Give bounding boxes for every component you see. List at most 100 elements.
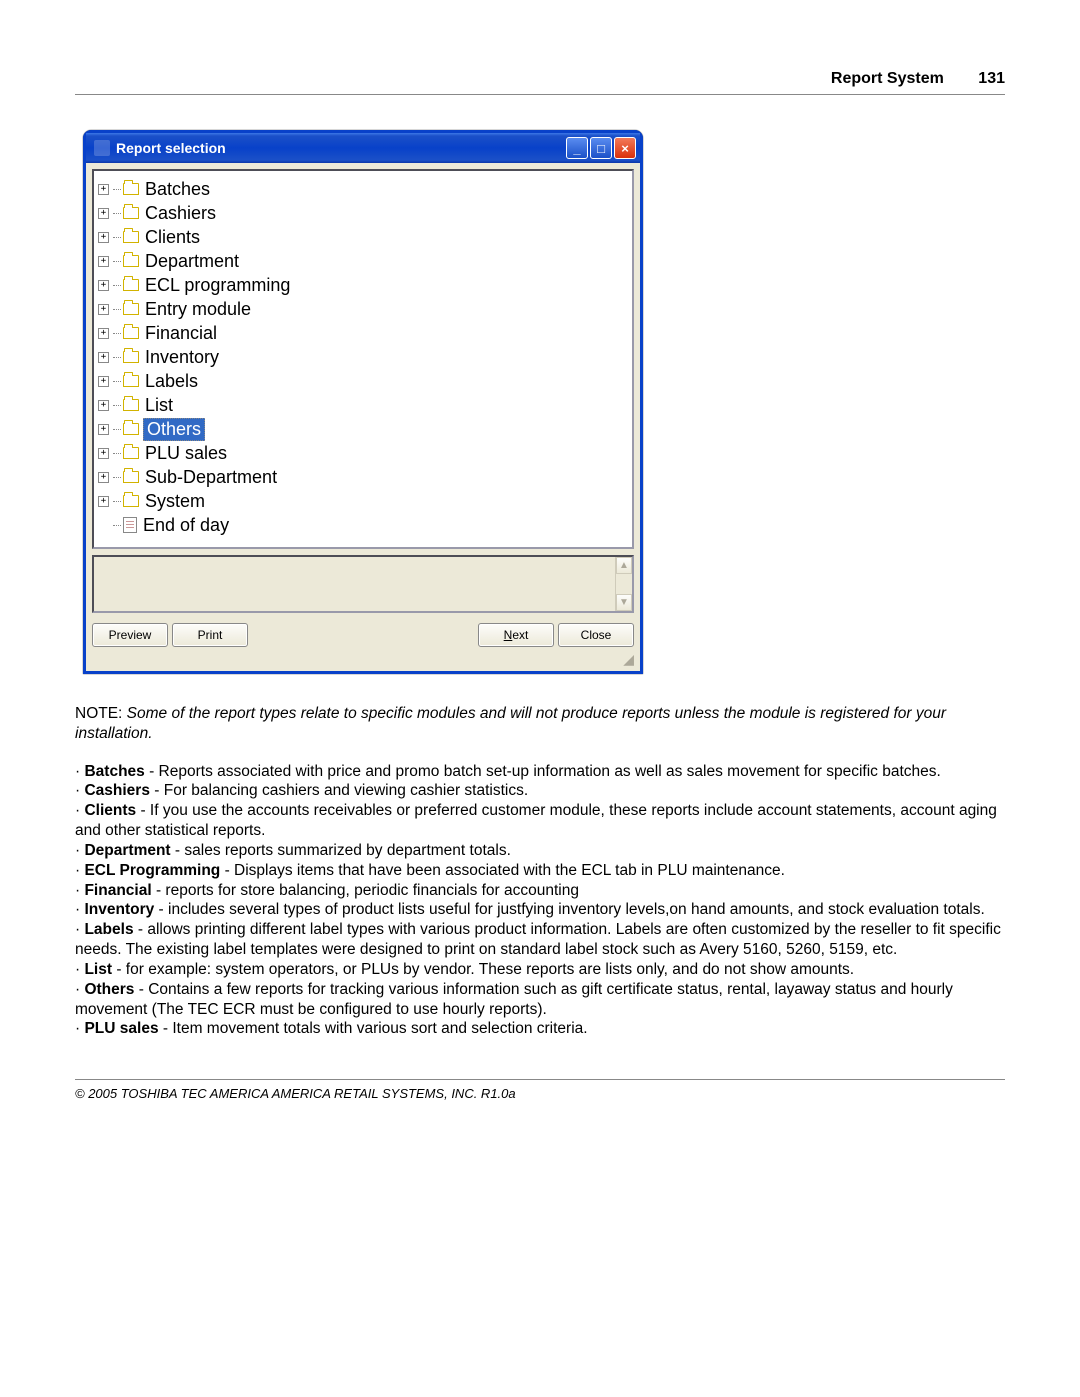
tree-item-label: System <box>143 491 207 512</box>
tree-item-label: Others <box>143 418 205 441</box>
expand-icon[interactable]: + <box>98 448 109 459</box>
tree-item-financial[interactable]: + Financial <box>98 321 628 345</box>
description-text: - reports for store balancing, periodic … <box>152 882 579 899</box>
description-term: Others <box>84 981 134 998</box>
close-button[interactable]: Close <box>558 623 634 647</box>
tree-connector <box>113 477 121 478</box>
tree-item-cashiers[interactable]: + Cashiers <box>98 201 628 225</box>
tree-connector <box>113 525 121 526</box>
tree-item-label: PLU sales <box>143 443 229 464</box>
description-text: - For balancing cashiers and viewing cas… <box>150 782 528 799</box>
close-icon: × <box>621 141 629 156</box>
window-body: +Batches+Cashiers+Clients+Department+ECL… <box>86 163 640 671</box>
tree-item-end-of-day[interactable]: End of day <box>98 513 628 537</box>
expand-icon[interactable]: + <box>98 232 109 243</box>
tree-item-sub-department[interactable]: + Sub-Department <box>98 465 628 489</box>
expand-icon[interactable]: + <box>98 280 109 291</box>
expand-icon[interactable]: + <box>98 424 109 435</box>
folder-icon <box>123 495 139 507</box>
description-entry: · Clients - If you use the accounts rece… <box>75 801 1005 841</box>
description-text: - Item movement totals with various sort… <box>159 1020 588 1037</box>
report-tree[interactable]: +Batches+Cashiers+Clients+Department+ECL… <box>92 169 634 549</box>
tree-item-ecl-programming[interactable]: +ECL programming <box>98 273 628 297</box>
scroll-down-icon[interactable]: ▼ <box>616 594 632 611</box>
tree-item-clients[interactable]: + Clients <box>98 225 628 249</box>
tree-connector <box>113 309 121 310</box>
tree-item-others[interactable]: + Others <box>98 417 628 441</box>
tree-item-plu-sales[interactable]: + PLU sales <box>98 441 628 465</box>
description-pane: ▲ ▼ <box>92 555 634 613</box>
tree-item-label: List <box>143 395 175 416</box>
description-text: - Contains a few reports for tracking va… <box>75 981 953 1018</box>
next-button[interactable]: Next <box>478 623 554 647</box>
document-icon <box>123 517 137 533</box>
maximize-icon: □ <box>597 141 605 156</box>
expand-icon[interactable]: + <box>98 376 109 387</box>
description-scrollbar[interactable]: ▲ ▼ <box>615 557 632 611</box>
description-entry: · Cashiers - For balancing cashiers and … <box>75 781 1005 801</box>
folder-icon <box>123 279 139 291</box>
tree-item-label: Cashiers <box>143 203 218 224</box>
tree-item-label: Sub-Department <box>143 467 279 488</box>
preview-button[interactable]: Preview <box>92 623 168 647</box>
expand-icon[interactable]: + <box>98 496 109 507</box>
minimize-button[interactable]: _ <box>566 137 588 159</box>
expand-icon[interactable]: + <box>98 184 109 195</box>
tree-item-entry-module[interactable]: +Entry module <box>98 297 628 321</box>
expand-icon[interactable]: + <box>98 472 109 483</box>
note-prefix: NOTE: <box>75 705 127 722</box>
tree-item-label: End of day <box>141 515 231 536</box>
tree-item-system[interactable]: + System <box>98 489 628 513</box>
resize-grip-icon[interactable]: ◢ <box>92 651 634 665</box>
expand-icon[interactable]: + <box>98 208 109 219</box>
tree-item-label: Inventory <box>143 347 221 368</box>
header-title: Report System <box>831 70 944 87</box>
tree-item-department[interactable]: + Department <box>98 249 628 273</box>
print-button[interactable]: Print <box>172 623 248 647</box>
folder-icon <box>123 399 139 411</box>
tree-connector <box>113 189 121 190</box>
description-text: - Displays items that have been associat… <box>220 862 785 879</box>
tree-connector <box>113 261 121 262</box>
tree-item-list[interactable]: + List <box>98 393 628 417</box>
tree-connector <box>113 453 121 454</box>
expand-icon[interactable]: + <box>98 304 109 315</box>
expand-icon[interactable]: + <box>98 328 109 339</box>
next-button-rest: ext <box>512 628 528 642</box>
expand-icon[interactable]: + <box>98 352 109 363</box>
close-window-button[interactable]: × <box>614 137 636 159</box>
description-term: Cashiers <box>84 782 149 799</box>
button-row: Preview Print Next Close <box>92 623 634 647</box>
tree-item-labels[interactable]: +Labels <box>98 369 628 393</box>
folder-icon <box>123 351 139 363</box>
description-entry: · PLU sales - Item movement totals with … <box>75 1019 1005 1039</box>
expand-icon[interactable]: + <box>98 400 109 411</box>
tree-connector <box>113 285 121 286</box>
header-page-number: 131 <box>978 70 1005 87</box>
window-titlebar[interactable]: Report selection _ □ × <box>86 133 640 163</box>
note-body: Some of the report types relate to speci… <box>75 705 946 742</box>
expand-icon[interactable]: + <box>98 256 109 267</box>
description-entry: · Labels - allows printing different lab… <box>75 920 1005 960</box>
tree-connector <box>113 405 121 406</box>
tree-connector <box>113 333 121 334</box>
description-term: ECL Programming <box>84 862 220 879</box>
tree-item-inventory[interactable]: + Inventory <box>98 345 628 369</box>
folder-icon <box>123 207 139 219</box>
tree-item-label: Financial <box>143 323 219 344</box>
description-text: - for example: system operators, or PLUs… <box>112 961 854 978</box>
maximize-button[interactable]: □ <box>590 137 612 159</box>
scroll-up-icon[interactable]: ▲ <box>616 557 632 574</box>
tree-item-label: Clients <box>143 227 202 248</box>
description-entry: · Inventory - includes several types of … <box>75 900 1005 920</box>
tree-item-batches[interactable]: +Batches <box>98 177 628 201</box>
description-term: PLU sales <box>84 1020 158 1037</box>
description-text: - Reports associated with price and prom… <box>145 763 941 780</box>
description-term: Labels <box>84 921 133 938</box>
minimize-icon: _ <box>573 141 580 156</box>
folder-icon <box>123 471 139 483</box>
description-entry: · Financial - reports for store balancin… <box>75 881 1005 901</box>
tree-item-label: Department <box>143 251 241 272</box>
folder-icon <box>123 231 139 243</box>
description-entry: · Department - sales reports summarized … <box>75 841 1005 861</box>
